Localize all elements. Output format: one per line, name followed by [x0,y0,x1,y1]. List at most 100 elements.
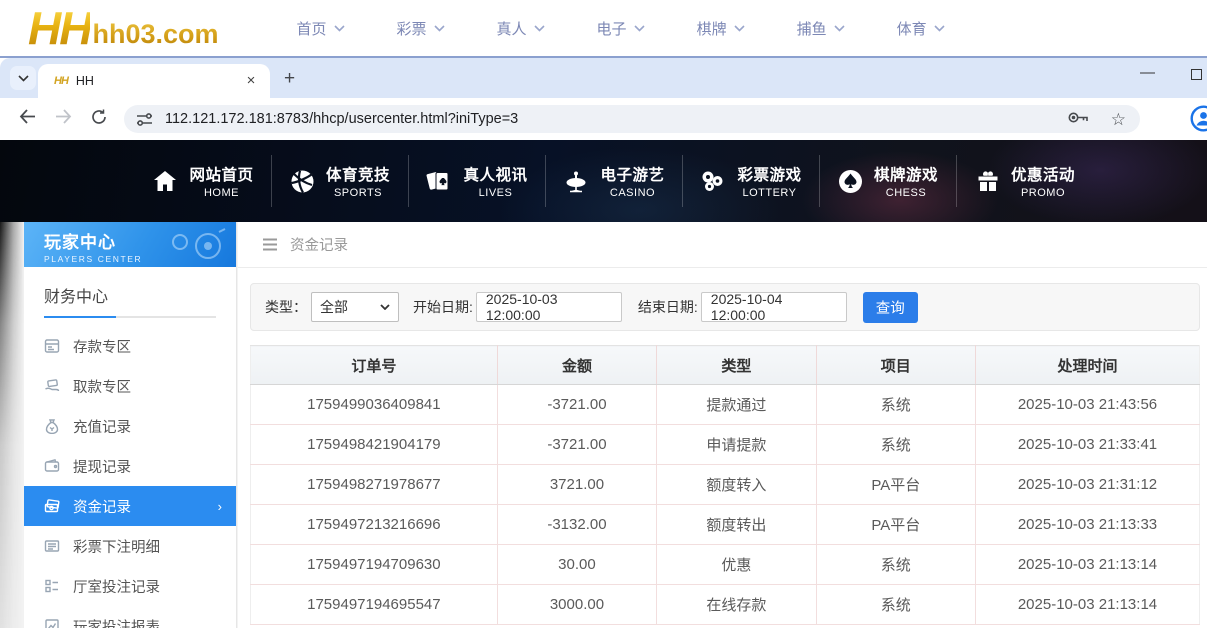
filter-bar: 类型： 全部 开始日期: 2025-10-03 12:00:00 结束日期: 2… [250,283,1200,331]
game-nav-sports[interactable]: 体育竞技 SPORTS [272,155,409,207]
address-bar[interactable]: 112.121.172.181:8783/hhcp/usercenter.htm… [124,105,1140,133]
sidebar-item-withdrawal-records[interactable]: 提现记录 [24,446,236,486]
game-nav: 网站首页 HOME 体育竞技 SPORTS 真人视讯 LIVES [0,140,1207,222]
end-date-label: 结束日期: [638,297,698,317]
game-nav-en: HOME [204,187,239,199]
table-cell-amount: -3721.00 [497,425,656,465]
top-nav-fishing[interactable]: 捕鱼 [797,18,845,39]
col-header-time: 处理时间 [976,346,1200,385]
table-cell-amount: -3132.00 [497,505,656,545]
sidebar-item-deposit-zone[interactable]: 存款专区 [24,326,236,366]
game-nav-zh: 体育竞技 [326,163,390,185]
game-nav-en: SPORTS [334,187,382,199]
page-edge-shade [0,222,24,628]
window-maximize-button[interactable] [1191,69,1202,80]
forward-button[interactable] [48,109,78,129]
hand-money-icon [43,378,60,395]
col-header-type: 类型 [657,346,816,385]
game-nav-en: LOTTERY [742,187,796,199]
new-tab-button[interactable]: + [284,68,295,90]
playing-cards-icon [426,169,452,194]
top-nav-label: 捕鱼 [797,18,827,39]
back-arrow-icon [19,109,36,124]
finance-section-title: 财务中心 [44,283,216,307]
game-nav-en: LIVES [479,187,513,199]
game-nav-zh: 优惠活动 [1011,163,1075,185]
money-bag-icon [43,418,60,435]
table-cell-time: 2025-10-03 21:33:41 [976,425,1200,465]
wallet-icon [43,458,60,475]
game-nav-lottery[interactable]: 彩票游戏 LOTTERY [683,155,820,207]
top-nav-lottery[interactable]: 彩票 [397,18,445,39]
end-date-input[interactable]: 2025-10-04 12:00:00 [701,292,847,322]
table-cell-type: 优惠 [657,545,816,585]
bookmark-star-icon[interactable]: ☆ [1111,111,1126,128]
table-cell-type: 申请提款 [657,425,816,465]
col-header-project: 项目 [816,346,975,385]
table-cell-order: 1759497194709630 [251,545,498,585]
tab-favicon: HH [54,75,68,87]
reload-button[interactable] [84,109,114,130]
sidebar-item-label: 彩票下注明细 [73,536,160,557]
sidebar-item-recharge-records[interactable]: 充值记录 [24,406,236,446]
sidebar-item-lottery-bet-details[interactable]: 彩票下注明细 [24,526,236,566]
game-nav-zh: 网站首页 [189,163,253,185]
sidebar-item-fund-records[interactable]: 资金记录 › [24,486,236,526]
game-nav-home[interactable]: 网站首页 HOME [135,155,272,207]
profile-avatar[interactable] [1189,104,1207,133]
sidebar-item-hall-bet-records[interactable]: 厅室投注记录 [24,566,236,606]
sidebar-item-withdraw-zone[interactable]: 取款专区 [24,366,236,406]
table-cell-amount: -3721.00 [497,385,656,425]
browser-tabstrip: HH HH × + — [0,58,1207,98]
url-text[interactable]: 112.121.172.181:8783/hhcp/usercenter.htm… [165,111,1068,127]
chevron-down-icon [534,25,545,32]
game-nav-chess[interactable]: 棋牌游戏 CHESS [820,155,957,207]
type-select[interactable]: 全部 [311,292,399,322]
chevron-down-icon [334,25,345,32]
query-button[interactable]: 查询 [863,292,918,323]
game-nav-casino[interactable]: 电子游艺 CASINO [546,155,683,207]
top-nav-sports[interactable]: 体育 [897,18,945,39]
game-nav-lives[interactable]: 真人视讯 LIVES [409,155,546,207]
home-icon [152,169,178,193]
chevron-down-icon [834,25,845,32]
site-header: HH hh03.com 首页 彩票 真人 电子 棋牌 [0,0,1207,58]
game-nav-en: CASINO [610,187,655,199]
top-nav-home[interactable]: 首页 [297,18,345,39]
sidebar-item-label: 取款专区 [73,376,131,397]
players-center-header[interactable]: 玩家中心 PLAYERS CENTER [24,222,236,267]
game-nav-zh: 彩票游戏 [737,163,801,185]
start-date-input[interactable]: 2025-10-03 12:00:00 [476,292,622,322]
table-cell-order: 1759498271978677 [251,465,498,505]
window-minimize-button[interactable]: — [1140,64,1155,81]
back-button[interactable] [12,109,42,129]
profile-avatar-icon [1190,105,1207,132]
gamepad-decoration-icon [164,226,228,264]
chevron-down-icon [380,304,390,310]
top-nav-live[interactable]: 真人 [497,18,545,39]
top-nav-label: 电子 [597,18,627,39]
start-date-label: 开始日期: [413,297,473,317]
site-settings-icon[interactable] [136,112,153,127]
site-logo[interactable]: HH hh03.com [28,2,219,54]
report-chart-icon [43,618,60,628]
sidebar-item-player-bet-report[interactable]: 玩家投注报表 [24,606,236,628]
browser-tab[interactable]: HH HH × [38,64,270,98]
tab-title: HH [76,74,242,88]
tab-search-button[interactable] [10,66,36,90]
top-nav-electronic[interactable]: 电子 [597,18,645,39]
sidebar-item-label: 提现记录 [73,456,131,477]
table-cell-order: 1759498421904179 [251,425,498,465]
sidebar-menu: 存款专区 取款专区 充值记录 提现记录 资金记录 › 彩票下注明细 [24,326,236,628]
table-cell-project: 系统 [816,545,975,585]
table-cell-time: 2025-10-03 21:13:33 [976,505,1200,545]
game-nav-promo[interactable]: 优惠活动 PROMO [957,155,1094,207]
reload-icon [91,109,107,125]
chevron-down-icon [934,25,945,32]
game-nav-zh: 棋牌游戏 [874,163,938,185]
top-nav-chess[interactable]: 棋牌 [697,18,745,39]
tab-close-icon[interactable]: × [242,72,260,90]
password-key-icon[interactable] [1068,111,1089,124]
table-cell-project: 系统 [816,585,975,625]
menu-bars-icon [262,238,278,251]
